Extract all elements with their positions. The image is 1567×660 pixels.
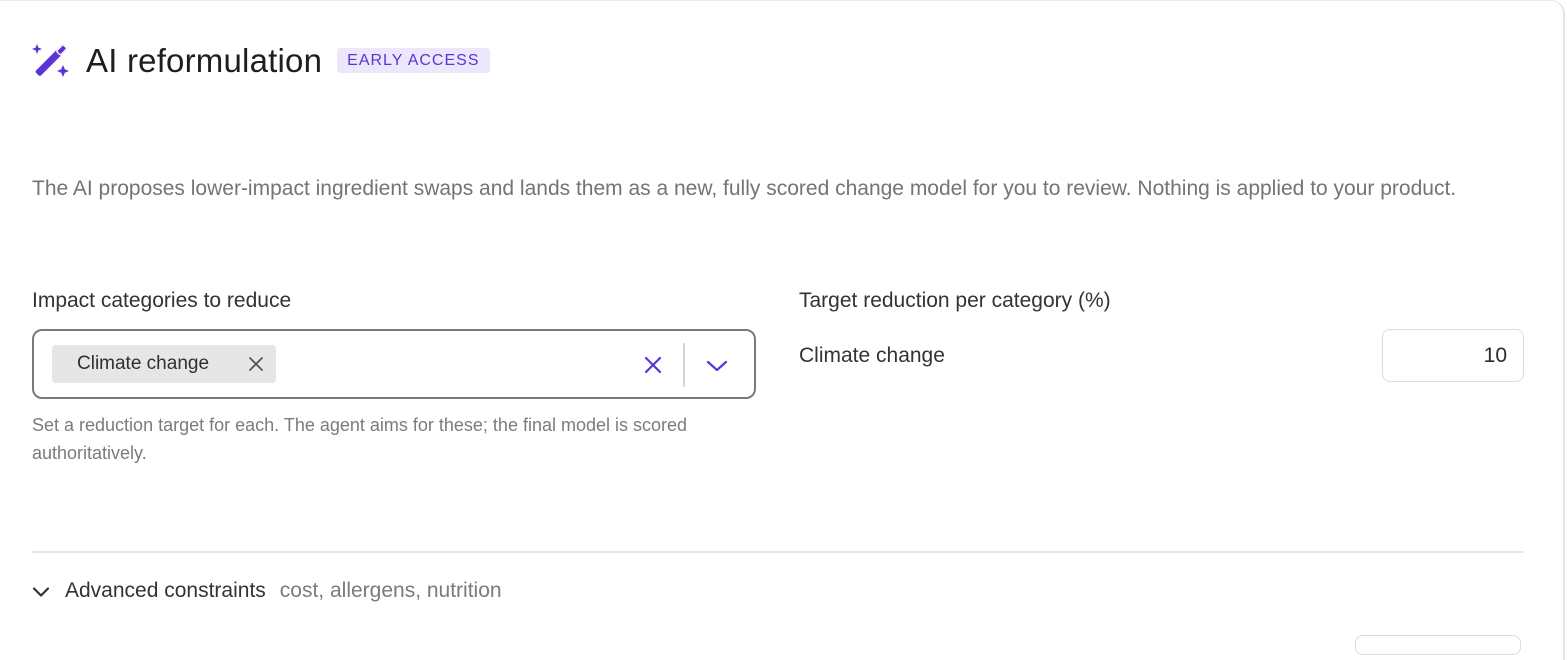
- impact-categories-select[interactable]: Climate change: [32, 329, 756, 399]
- early-access-badge: EARLY ACCESS: [337, 47, 490, 73]
- target-reduction-input[interactable]: [1382, 329, 1524, 382]
- target-row-category: Climate change: [799, 344, 945, 367]
- advanced-constraints-toggle[interactable]: Advanced constraints cost, allergens, nu…: [32, 579, 502, 603]
- panel-header: AI reformulation EARLY ACCESS: [32, 41, 490, 81]
- chevron-down-icon: [32, 585, 50, 597]
- impact-categories-help-text: Set a reduction target for each. The age…: [32, 415, 688, 463]
- section-divider: [32, 551, 1524, 553]
- impact-categories-label: Impact categories to reduce: [32, 289, 292, 312]
- dropdown-chevron-down-icon[interactable]: [706, 359, 728, 373]
- magic-wand-sparkles-icon: [32, 41, 72, 81]
- page-title: AI reformulation: [86, 42, 323, 79]
- partially-visible-field: [1355, 635, 1521, 655]
- chip-label: Climate change: [77, 353, 210, 374]
- selected-category-chip: Climate change: [52, 345, 276, 383]
- advanced-constraints-title: Advanced constraints: [65, 579, 266, 602]
- remove-chip-close-icon[interactable]: [248, 356, 264, 372]
- feature-description: The AI proposes lower-impact ingredient …: [32, 177, 1457, 200]
- target-reduction-label: Target reduction per category (%): [799, 289, 1111, 312]
- select-divider: [683, 343, 685, 387]
- ai-reformulation-panel: AI reformulation EARLY ACCESS The AI pro…: [0, 0, 1565, 660]
- advanced-constraints-hint: cost, allergens, nutrition: [279, 579, 502, 602]
- clear-selection-close-icon[interactable]: [644, 356, 662, 374]
